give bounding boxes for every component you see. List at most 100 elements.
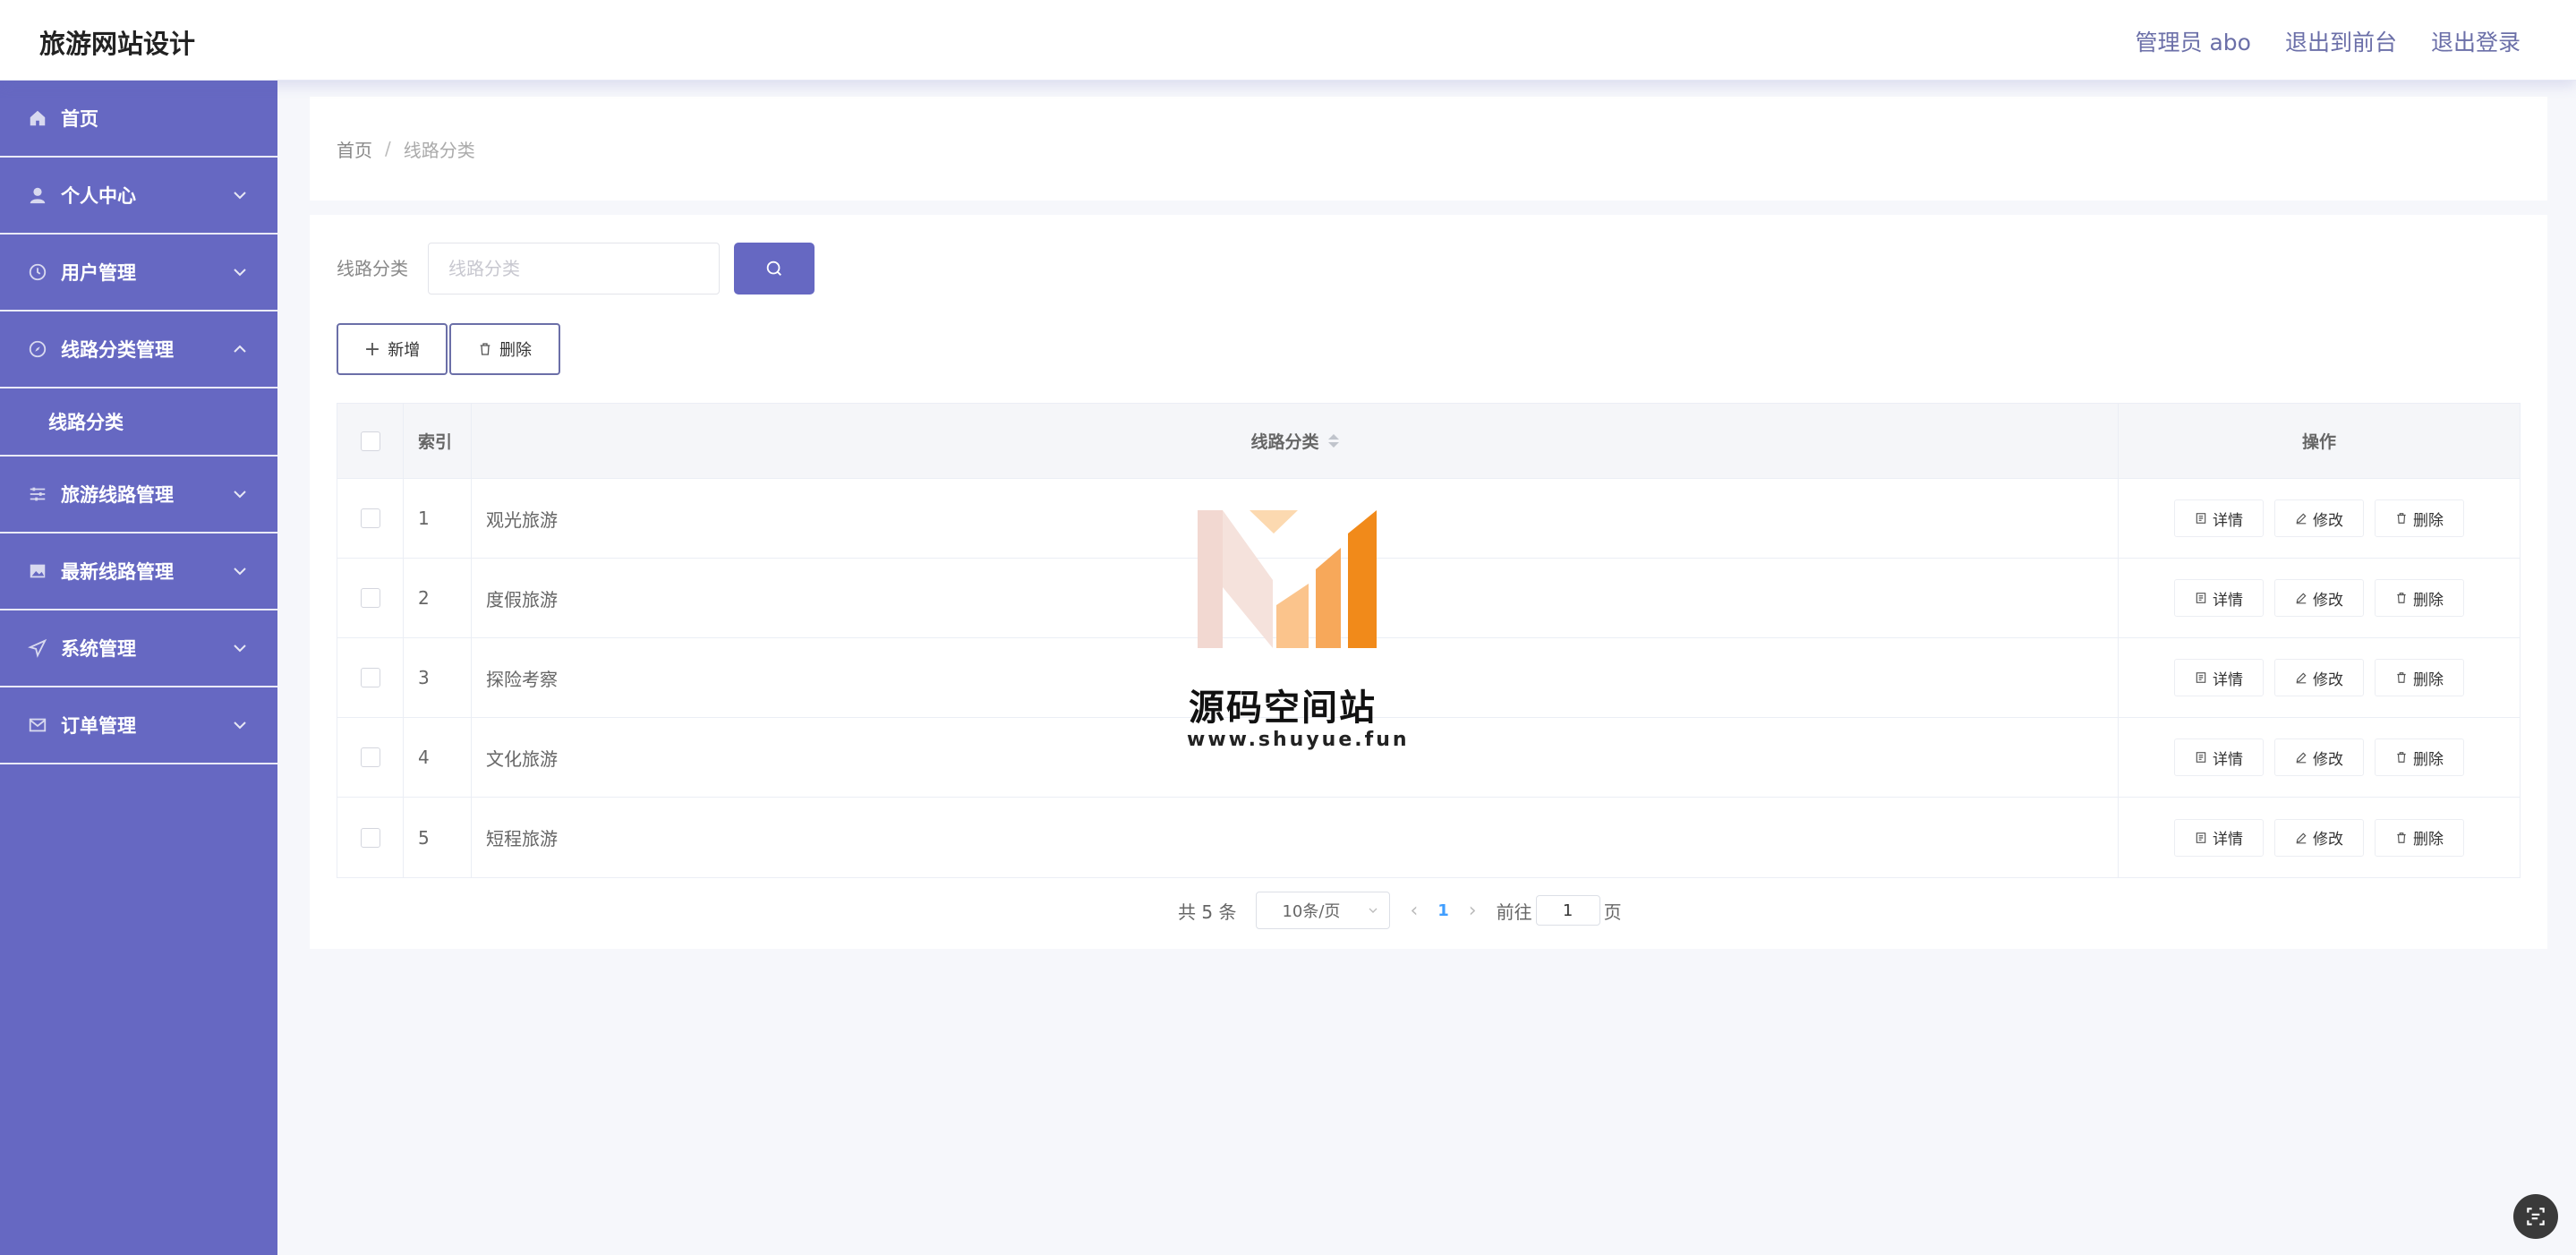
image-icon: [27, 560, 48, 582]
row-actions: 详情 修改 删除: [2119, 638, 2520, 717]
add-button[interactable]: + 新增: [337, 323, 448, 375]
sidebar-item-user-management[interactable]: 用户管理: [0, 235, 277, 312]
column-header-category-label: 线路分类: [1250, 432, 1319, 452]
row-check-cell: [337, 718, 404, 797]
edit-button[interactable]: 修改: [2274, 659, 2364, 696]
watermark-name: 源码空间站: [1189, 687, 1377, 729]
edit-button[interactable]: 修改: [2274, 579, 2364, 617]
delete-button-label: 删除: [2413, 670, 2444, 689]
sidebar-subitem-route-category[interactable]: 线路分类: [0, 388, 277, 457]
detail-button-label: 详情: [2213, 511, 2243, 530]
sidebar-item-label: 首页: [61, 108, 98, 130]
sidebar-item-travel-route-management[interactable]: 旅游线路管理: [0, 457, 277, 534]
sidebar-item-home[interactable]: 首页: [0, 81, 277, 158]
sort-icon[interactable]: [1327, 434, 1339, 448]
row-category-name: 短程旅游: [472, 798, 2119, 877]
edit-icon: [2296, 832, 2307, 843]
page-number[interactable]: 1: [1437, 901, 1449, 920]
delete-button[interactable]: 删除: [2375, 818, 2464, 857]
chevron-down-icon: [234, 645, 246, 653]
row-actions: 详情 修改 删除: [2119, 798, 2520, 877]
breadcrumb: 首页 / 线路分类: [310, 97, 2547, 201]
row-actions: 详情 修改 删除: [2119, 718, 2520, 797]
detail-button[interactable]: 详情: [2174, 499, 2264, 537]
row-check-cell: [337, 798, 404, 877]
row-category-name: 度假旅游: [472, 559, 2119, 637]
delete-button[interactable]: 删除: [2375, 499, 2464, 537]
breadcrumb-home-link[interactable]: 首页: [337, 136, 372, 162]
edit-button[interactable]: 修改: [2274, 499, 2364, 537]
delete-button[interactable]: 删除: [2375, 738, 2464, 776]
goto-label: 前往: [1496, 901, 1532, 923]
table-row: 2 度假旅游 详情 修改 删除: [337, 559, 2520, 638]
page-size-select[interactable]: 10条/页: [1256, 892, 1391, 929]
detail-button-label: 详情: [2213, 591, 2243, 610]
search-label: 线路分类: [337, 258, 408, 279]
detail-button-label: 详情: [2213, 831, 2243, 849]
sidebar-item-route-category-management[interactable]: 线路分类管理: [0, 312, 277, 388]
edit-icon: [2296, 752, 2307, 764]
row-check-cell: [337, 638, 404, 717]
row-actions: 详情 修改 删除: [2119, 479, 2520, 558]
trash-icon: [2397, 832, 2406, 843]
plus-icon: +: [363, 337, 381, 361]
edit-button-label: 修改: [2313, 831, 2343, 849]
table-row: 1 观光旅游 详情 修改 删除: [337, 479, 2520, 559]
detail-button[interactable]: 详情: [2174, 659, 2264, 696]
prev-page-button[interactable]: ‹: [1410, 900, 1418, 922]
edit-button[interactable]: 修改: [2274, 738, 2364, 776]
row-checkbox[interactable]: [360, 747, 380, 767]
search-input[interactable]: [428, 243, 720, 295]
trash-icon: [2397, 672, 2406, 683]
sidebar: 首页 个人中心 用户管理 线路分类管理 线路分类 旅游线路管理 最新线路管理 系…: [0, 81, 277, 1255]
edit-button-label: 修改: [2313, 750, 2343, 769]
chevron-down-icon: [234, 269, 246, 277]
document-icon: [2196, 752, 2206, 763]
row-index: 3: [404, 638, 472, 717]
row-checkbox[interactable]: [360, 827, 380, 848]
detail-button[interactable]: 详情: [2174, 818, 2264, 857]
exit-to-front-link[interactable]: 退出到前台: [2285, 25, 2397, 57]
column-header-category[interactable]: 线路分类: [472, 404, 2119, 478]
delete-button[interactable]: 删除: [2375, 659, 2464, 696]
edit-icon: [2296, 513, 2307, 525]
search-button[interactable]: [734, 243, 815, 295]
goto-page-input[interactable]: [1535, 895, 1600, 926]
sidebar-item-personal-center[interactable]: 个人中心: [0, 158, 277, 235]
top-header: 旅游网站设计 管理员 abo 退出到前台 退出登录: [0, 0, 2576, 81]
row-checkbox[interactable]: [360, 668, 380, 687]
scan-icon: [2527, 1208, 2545, 1225]
delete-button[interactable]: 删除: [2375, 579, 2464, 617]
screenshot-tool-button[interactable]: [2513, 1194, 2558, 1239]
trash-icon: [2397, 752, 2406, 763]
sidebar-item-latest-route-management[interactable]: 最新线路管理: [0, 534, 277, 610]
next-page-button[interactable]: ›: [1469, 900, 1477, 922]
sidebar-item-system-management[interactable]: 系统管理: [0, 610, 277, 687]
chevron-down-icon: [234, 568, 246, 576]
row-checkbox[interactable]: [360, 508, 380, 528]
sidebar-item-label: 旅游线路管理: [61, 484, 174, 506]
sidebar-item-order-management[interactable]: 订单管理: [0, 687, 277, 764]
content-panel: 线路分类 + 新增 删除 索引 线路分类 操作 1 观光旅游 详情: [310, 215, 2547, 949]
admin-user-label[interactable]: 管理员 abo: [2136, 25, 2251, 57]
watermark-url: www.shuyue.fun: [1187, 729, 1410, 751]
select-all-checkbox[interactable]: [360, 431, 380, 451]
row-index: 2: [404, 559, 472, 637]
edit-button-label: 修改: [2313, 511, 2343, 530]
row-checkbox[interactable]: [360, 588, 380, 608]
total-count: 共 5 条: [1178, 901, 1237, 923]
user-icon: [27, 184, 48, 206]
row-check-cell: [337, 479, 404, 558]
logout-link[interactable]: 退出登录: [2431, 25, 2521, 57]
chevron-down-icon: [1369, 908, 1378, 913]
row-check-cell: [337, 559, 404, 637]
home-icon: [27, 107, 48, 129]
chevron-down-icon: [234, 192, 246, 200]
edit-button-label: 修改: [2313, 591, 2343, 610]
batch-delete-button[interactable]: 删除: [449, 323, 560, 375]
detail-button[interactable]: 详情: [2174, 738, 2264, 776]
detail-button[interactable]: 详情: [2174, 579, 2264, 617]
clock-icon: [27, 261, 48, 283]
edit-button[interactable]: 修改: [2274, 818, 2364, 857]
pagination: 共 5 条 10条/页 ‹ 1 › 前往 页: [1178, 892, 1622, 929]
